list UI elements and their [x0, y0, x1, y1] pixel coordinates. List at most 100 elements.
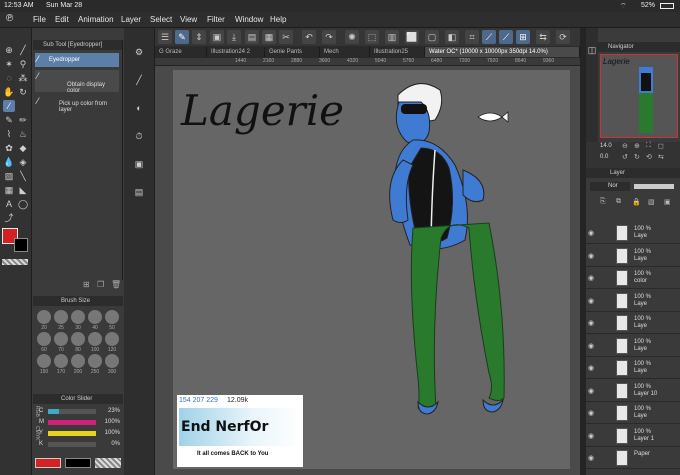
zoom-out-icon[interactable]: ⊖: [622, 142, 628, 150]
fill-tool-icon[interactable]: ◈: [17, 156, 29, 168]
subtool-eyedropper[interactable]: Eyedropper: [35, 53, 119, 67]
brush-size-preset[interactable]: 60: [37, 332, 51, 353]
brush-size-preset[interactable]: 100: [88, 332, 102, 353]
brush-size-preset[interactable]: 70: [54, 332, 68, 353]
eyedropper-tool-icon[interactable]: ⁄: [3, 100, 15, 112]
brush-size-preset[interactable]: 300: [105, 354, 119, 375]
property-icon[interactable]: ⚙: [133, 46, 145, 58]
hand-tool-icon[interactable]: ✋: [3, 86, 15, 98]
visibility-eye-icon[interactable]: ◉: [588, 274, 596, 282]
transparent-color-swatch[interactable]: [2, 259, 28, 265]
brush-icon[interactable]: ⌇: [3, 128, 15, 140]
mask-icon[interactable]: ▧: [648, 198, 655, 206]
redo-icon[interactable]: ↷: [322, 30, 336, 44]
move-tool-icon[interactable]: ⊕: [3, 44, 15, 56]
menu-edit[interactable]: Edit: [55, 15, 69, 24]
snap-ruler-icon[interactable]: ⟋: [482, 30, 496, 44]
tab-illustration24[interactable]: Illustration24 2: [207, 47, 265, 57]
layer-row[interactable]: ◉ 100 % Laye: [586, 246, 680, 267]
lock-icon[interactable]: ⎘: [600, 198, 606, 206]
lock-transparency-icon[interactable]: 🔒: [632, 198, 641, 206]
auto-select-icon[interactable]: ✶: [3, 58, 15, 70]
visibility-eye-icon[interactable]: ◉: [588, 364, 596, 372]
pen-mode-icon[interactable]: ✎: [175, 30, 189, 44]
slider-transparent[interactable]: [95, 458, 121, 468]
menu-window[interactable]: Window: [235, 15, 263, 24]
frame-icon[interactable]: ▦: [3, 184, 15, 196]
text-tool-icon[interactable]: A: [3, 198, 15, 210]
clip-icon[interactable]: ⧉: [616, 198, 621, 206]
fill-icon[interactable]: ▥: [385, 30, 399, 44]
layer-row[interactable]: ◉ 100 % Layer 10: [586, 381, 680, 402]
deselect-icon[interactable]: ▢: [425, 30, 439, 44]
visibility-eye-icon[interactable]: ◉: [588, 409, 596, 417]
layer-row[interactable]: ◉ 100 % color: [586, 268, 680, 289]
brush-icon-2[interactable]: ╱: [133, 74, 145, 86]
rotate-tool-icon[interactable]: ↻: [17, 86, 29, 98]
brush-size-preset[interactable]: 30: [71, 310, 85, 331]
save-icon[interactable]: ▣: [210, 30, 224, 44]
menu-help[interactable]: Help: [270, 15, 286, 24]
brush-size-preset[interactable]: 200: [71, 354, 85, 375]
undo-icon[interactable]: ↶: [302, 30, 316, 44]
delete-layer-icon[interactable]: ▣: [664, 198, 671, 206]
flip-h-icon[interactable]: ⇆: [658, 153, 664, 161]
sub-color-swatch[interactable]: [14, 238, 28, 252]
lasso-tool-icon[interactable]: ◌: [3, 72, 15, 84]
rotate-right-icon[interactable]: ↻: [634, 153, 640, 161]
subtool-obtain-display-color[interactable]: Obtain display color: [35, 70, 119, 94]
slider-sub-color[interactable]: [65, 458, 91, 468]
tab-water-oc[interactable]: Water OC* (10000 x 10000px 350dpi 14.0%): [425, 47, 580, 57]
menu-layer[interactable]: Layer: [121, 15, 141, 24]
brush-size-preset[interactable]: 40: [88, 310, 102, 331]
gradient-icon[interactable]: ▨: [3, 170, 15, 182]
menu-list-icon[interactable]: ☰: [158, 30, 172, 44]
palette-icon[interactable]: ◐: [133, 102, 145, 114]
brush-size-preset[interactable]: 20: [37, 310, 51, 331]
airbrush-icon[interactable]: ♨: [17, 128, 29, 140]
decoration-icon[interactable]: ✿: [3, 142, 15, 154]
magic-wand-icon[interactable]: ⁂: [17, 72, 29, 84]
duplicate-subtool-icon[interactable]: ❐: [97, 280, 104, 289]
visibility-eye-icon[interactable]: ◉: [588, 387, 596, 395]
invert-selection-icon[interactable]: ◧: [445, 30, 459, 44]
layer-row[interactable]: ◉ 100 % Laye: [586, 223, 680, 244]
visibility-eye-icon[interactable]: ◉: [588, 229, 596, 237]
canvas[interactable]: Lagerie 154 207 229 12.09k End NerfOr It…: [173, 70, 570, 469]
menu-animation[interactable]: Animation: [78, 15, 114, 24]
brush-size-preset[interactable]: 120: [105, 332, 119, 353]
visibility-eye-icon[interactable]: ◉: [588, 454, 596, 462]
add-subtool-icon[interactable]: ⊞: [83, 280, 90, 289]
ruler-icon[interactable]: ◣: [17, 184, 29, 196]
flip-icon[interactable]: ⇆: [536, 30, 550, 44]
rotate-icon[interactable]: ⟳: [556, 30, 570, 44]
navigator-tab-icon[interactable]: ◫: [586, 44, 598, 56]
layer-prop-icon[interactable]: ▤: [133, 186, 145, 198]
layer-row[interactable]: ◉ 100 % Laye: [586, 313, 680, 334]
blend-tool-icon[interactable]: 💧: [3, 156, 15, 168]
layer-row[interactable]: ◉ Paper: [586, 448, 680, 469]
figure-tool-icon[interactable]: ╲: [17, 170, 29, 182]
correct-line-icon[interactable]: ⤴: [3, 212, 15, 224]
stepper-icon[interactable]: ⇕: [192, 30, 206, 44]
layer-row[interactable]: ◉ 100 % Laye: [586, 358, 680, 379]
cut-icon[interactable]: ✂: [279, 30, 293, 44]
brush-size-preset[interactable]: 250: [88, 354, 102, 375]
snap-grid-icon[interactable]: ⊞: [516, 30, 530, 44]
slider-main-color[interactable]: [35, 458, 61, 468]
visibility-eye-icon[interactable]: ◉: [588, 297, 596, 305]
layer-row[interactable]: ◉ 100 % Laye: [586, 336, 680, 357]
grid-icon[interactable]: ▦: [262, 30, 276, 44]
pencil-icon[interactable]: ✏: [17, 114, 29, 126]
slider-track[interactable]: [48, 409, 96, 414]
select-all-icon[interactable]: ⬜: [405, 30, 419, 44]
opacity-slider[interactable]: [634, 184, 674, 189]
snap-special-ruler-icon[interactable]: ⟋: [499, 30, 513, 44]
menu-file[interactable]: File: [33, 15, 46, 24]
download-icon[interactable]: ⤓: [227, 30, 241, 44]
brush-size-preset[interactable]: 25: [54, 310, 68, 331]
balloon-icon[interactable]: ◯: [17, 198, 29, 210]
crop-icon[interactable]: ⌗: [465, 30, 479, 44]
layer-row[interactable]: ◉ 100 % Laye: [586, 291, 680, 312]
material-icon[interactable]: ▣: [133, 158, 145, 170]
